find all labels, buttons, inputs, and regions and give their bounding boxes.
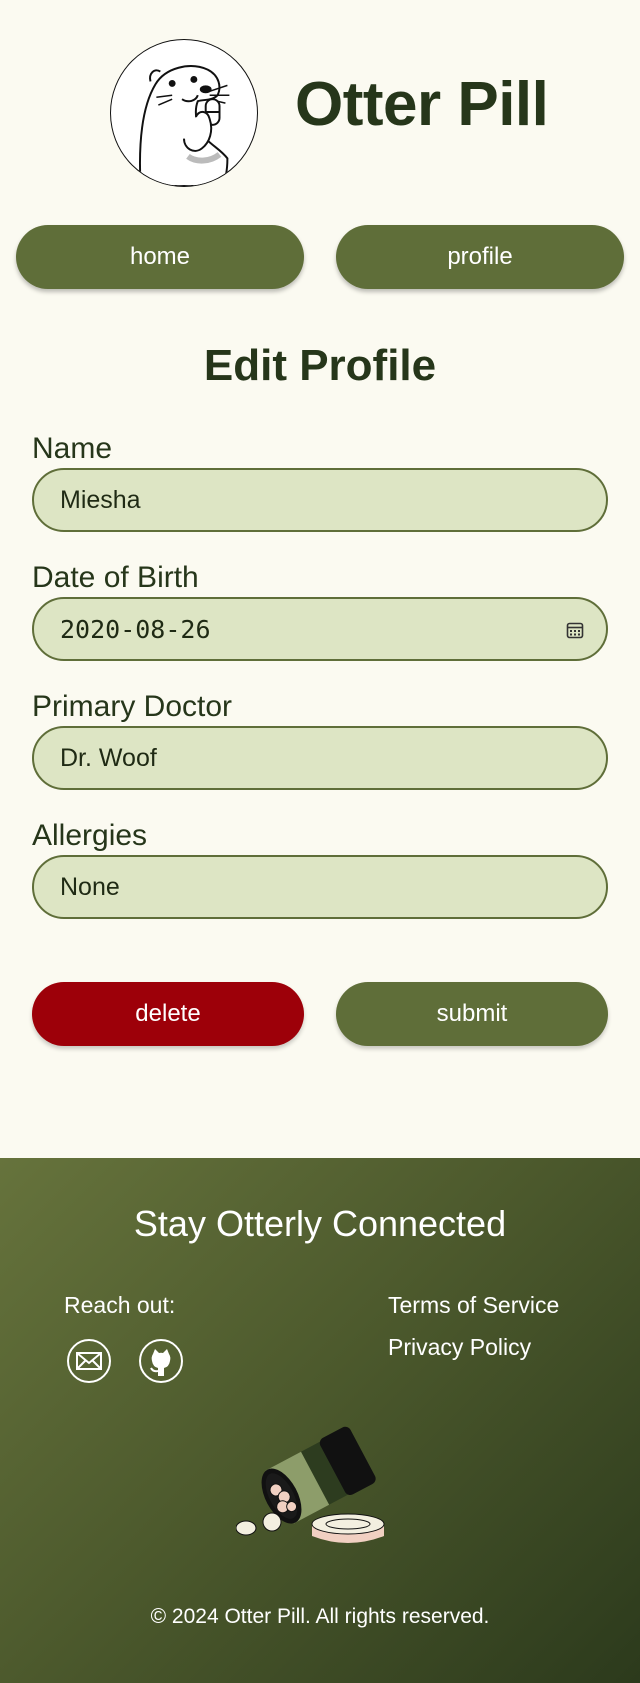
name-input-value: Miesha	[60, 485, 141, 514]
calendar-icon[interactable]	[566, 621, 584, 639]
doctor-label: Primary Doctor	[32, 690, 233, 723]
privacy-policy-link[interactable]: Privacy Policy	[388, 1336, 531, 1359]
nav-profile-button[interactable]: profile	[336, 225, 624, 289]
mail-icon[interactable]	[66, 1338, 112, 1384]
allergies-input[interactable]: None	[32, 855, 608, 919]
dob-label: Date of Birth	[32, 561, 199, 594]
delete-button[interactable]: delete	[32, 982, 304, 1046]
allergies-label: Allergies	[32, 819, 148, 852]
submit-button[interactable]: submit	[336, 982, 608, 1046]
dob-input[interactable]: 2020-08-26	[32, 597, 608, 661]
doctor-input[interactable]: Dr. Woof	[32, 726, 608, 790]
footer-title: Stay Otterly Connected	[133, 1203, 507, 1244]
nav-home-button[interactable]: home	[16, 225, 304, 289]
pill-bottle-icon	[236, 1426, 385, 1543]
header: Otter Pill	[0, 0, 640, 200]
doctor-input-value: Dr. Woof	[60, 743, 157, 772]
name-input[interactable]: Miesha	[32, 468, 608, 532]
reach-out-label: Reach out:	[64, 1292, 176, 1318]
dob-input-value: 2020-08-26	[60, 614, 211, 644]
page-title: Edit Profile	[203, 341, 437, 390]
name-label: Name	[32, 432, 113, 465]
github-icon[interactable]	[138, 1338, 184, 1384]
terms-of-service-link[interactable]: Terms of Service	[388, 1294, 559, 1317]
footer: Stay Otterly Connected Reach out: Terms …	[0, 1158, 640, 1683]
allergies-input-value: None	[60, 872, 120, 901]
otter-logo-icon[interactable]	[110, 39, 258, 187]
app-title: Otter Pill	[295, 70, 549, 139]
copyright-text: © 2024 Otter Pill. All rights reserved.	[150, 1605, 490, 1628]
